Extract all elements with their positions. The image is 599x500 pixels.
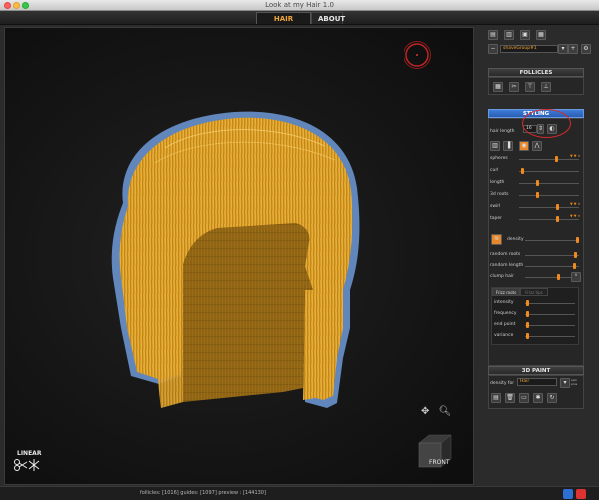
trash-icon[interactable]: 🗑︎ bbox=[505, 393, 515, 403]
new-file-icon[interactable]: ▤ bbox=[488, 30, 498, 40]
add-group-button[interactable]: + bbox=[568, 44, 578, 54]
interpolation-label: LINEAR bbox=[17, 450, 42, 457]
paint-select-arrow-icon[interactable]: ▾ bbox=[560, 378, 570, 388]
tab-about[interactable]: ABOUT bbox=[311, 12, 345, 24]
slider-track[interactable] bbox=[525, 314, 575, 315]
slider-knob[interactable] bbox=[556, 216, 560, 222]
slider-label: intensity bbox=[494, 300, 514, 305]
brush-icon[interactable]: ▥ bbox=[490, 141, 500, 151]
settings-button[interactable] bbox=[563, 489, 573, 499]
hair-model bbox=[111, 111, 360, 408]
open-file-icon[interactable]: ▥ bbox=[504, 30, 514, 40]
right-panel: ▤ ▥ ▣ ▦ − shaveGroup#1 ▾ + ⚙ FOLLICLES ▦… bbox=[479, 27, 599, 486]
window-titlebar: Look at my Hair 1.0 bbox=[0, 0, 599, 11]
highlight-circle bbox=[522, 109, 571, 138]
density-slider-knob[interactable] bbox=[576, 237, 579, 243]
status-text: follicles: [1016] guides: [1097] preview… bbox=[140, 490, 266, 496]
density-for-label: density for bbox=[490, 381, 515, 386]
slider-track[interactable] bbox=[519, 195, 579, 196]
slider-track[interactable] bbox=[519, 207, 579, 208]
status-bar: follicles: [1016] guides: [1097] preview… bbox=[0, 486, 599, 500]
3d-viewport[interactable]: ✥ 🔍︎ FRONT LINEAR bbox=[4, 27, 474, 485]
density-slider-track bbox=[525, 240, 579, 241]
slider-knob[interactable] bbox=[526, 311, 529, 317]
slider-label: taper bbox=[490, 216, 502, 221]
follicles-header[interactable]: FOLLICLES bbox=[488, 68, 584, 77]
shave-group-select[interactable]: shaveGroup#1 bbox=[500, 45, 558, 53]
refresh-icon[interactable]: ↻ bbox=[547, 393, 557, 403]
grid-icon[interactable]: ▦ bbox=[493, 82, 503, 92]
view-tools: ✥ 🔍︎ bbox=[421, 406, 457, 417]
slider-track[interactable] bbox=[525, 266, 579, 267]
export-icon[interactable]: ▦ bbox=[536, 30, 546, 40]
slider-knob[interactable] bbox=[555, 156, 559, 162]
gear-icon[interactable]: ⚙ bbox=[581, 44, 591, 54]
density-icon[interactable]: ≋ bbox=[491, 234, 502, 245]
slider-track[interactable] bbox=[519, 159, 579, 160]
slider-label: length bbox=[490, 180, 505, 185]
slider-knob[interactable] bbox=[521, 168, 524, 174]
slider-knob[interactable] bbox=[536, 192, 539, 198]
view-cube-label: FRONT bbox=[429, 459, 450, 466]
paint-header[interactable]: 3D PAINT bbox=[488, 366, 584, 375]
slider-knob[interactable] bbox=[526, 300, 529, 306]
stamp-icon[interactable]: ✱ bbox=[533, 393, 543, 403]
save-icon[interactable]: ▣ bbox=[520, 30, 530, 40]
slider-knob[interactable] bbox=[526, 322, 529, 328]
tab-frizz-tips[interactable]: Frizz tips bbox=[520, 288, 548, 296]
follicles-tools: ▦ ✂ ⊤ ⊥ bbox=[488, 77, 584, 95]
slider-track[interactable] bbox=[525, 255, 579, 256]
grow-follicle-icon[interactable]: ⊥ bbox=[541, 82, 551, 92]
remove-group-button[interactable]: − bbox=[488, 44, 498, 54]
cut-follicle-icon[interactable]: ✂ bbox=[509, 82, 519, 92]
slider-knob[interactable] bbox=[573, 263, 577, 269]
slider-track[interactable] bbox=[525, 336, 575, 337]
slider-label: swirl bbox=[490, 204, 501, 209]
power-button[interactable] bbox=[576, 489, 586, 499]
slider-track[interactable] bbox=[525, 325, 575, 326]
slider-label: end point bbox=[494, 322, 516, 327]
slider-knob[interactable] bbox=[556, 204, 560, 210]
slider-extra-controls[interactable]: ▼ ▼ ✕ bbox=[570, 214, 581, 218]
slider-label: curl bbox=[490, 168, 499, 173]
density-label: density bbox=[507, 237, 524, 242]
slider-knob[interactable] bbox=[526, 333, 529, 339]
sphere-brush-icon[interactable]: ◉ bbox=[519, 141, 529, 151]
group-select-arrow-icon[interactable]: ▾ bbox=[558, 44, 568, 54]
paint-option-label: spin plus bbox=[571, 378, 578, 386]
main-menu-bar: HAIR SALOON ABOUT bbox=[0, 11, 599, 35]
slider-extra-controls[interactable]: ▼ ▼ ✕ bbox=[570, 154, 581, 158]
window-title: Look at my Hair 1.0 bbox=[265, 1, 334, 9]
slider-track[interactable] bbox=[525, 303, 575, 304]
paint-icon[interactable]: ▤ bbox=[491, 393, 501, 403]
spread-icon[interactable]: ⋀ bbox=[532, 141, 542, 151]
tab-hair-saloon[interactable]: HAIR SALOON bbox=[256, 12, 311, 35]
slider-label: variance bbox=[494, 333, 514, 338]
zoom-icon[interactable]: 🔍︎ bbox=[439, 406, 452, 417]
tab-frizz-roots[interactable]: Frizz roots bbox=[492, 288, 520, 296]
pan-icon[interactable]: ✥ bbox=[421, 406, 429, 417]
slider-track[interactable] bbox=[519, 219, 579, 220]
slider-label: random roots bbox=[490, 252, 521, 257]
scissors-icon[interactable] bbox=[13, 458, 41, 472]
slider-label: clump hair bbox=[490, 274, 514, 279]
clump-toggle-icon[interactable]: ⱽ bbox=[571, 272, 581, 282]
slider-track[interactable] bbox=[519, 171, 579, 172]
eraser-icon[interactable]: ▭ bbox=[519, 393, 529, 403]
orientation-gizmo[interactable] bbox=[404, 40, 434, 70]
hair-length-label: hair length bbox=[490, 129, 515, 134]
slider-label: frequency bbox=[494, 311, 517, 316]
paint-target-select[interactable]: Hair bbox=[517, 378, 557, 386]
slider-track[interactable] bbox=[519, 183, 579, 184]
slider-label: 3d roots bbox=[490, 192, 509, 197]
slider-knob[interactable] bbox=[536, 180, 539, 186]
slider-label: spheres bbox=[490, 156, 508, 161]
comb-icon[interactable]: ▐ bbox=[503, 141, 513, 151]
comb-follicle-icon[interactable]: ⊤ bbox=[525, 82, 535, 92]
slider-label: random length bbox=[490, 263, 524, 268]
slider-knob[interactable] bbox=[574, 252, 578, 258]
slider-extra-controls[interactable]: ▼ ▼ ✕ bbox=[570, 202, 581, 206]
